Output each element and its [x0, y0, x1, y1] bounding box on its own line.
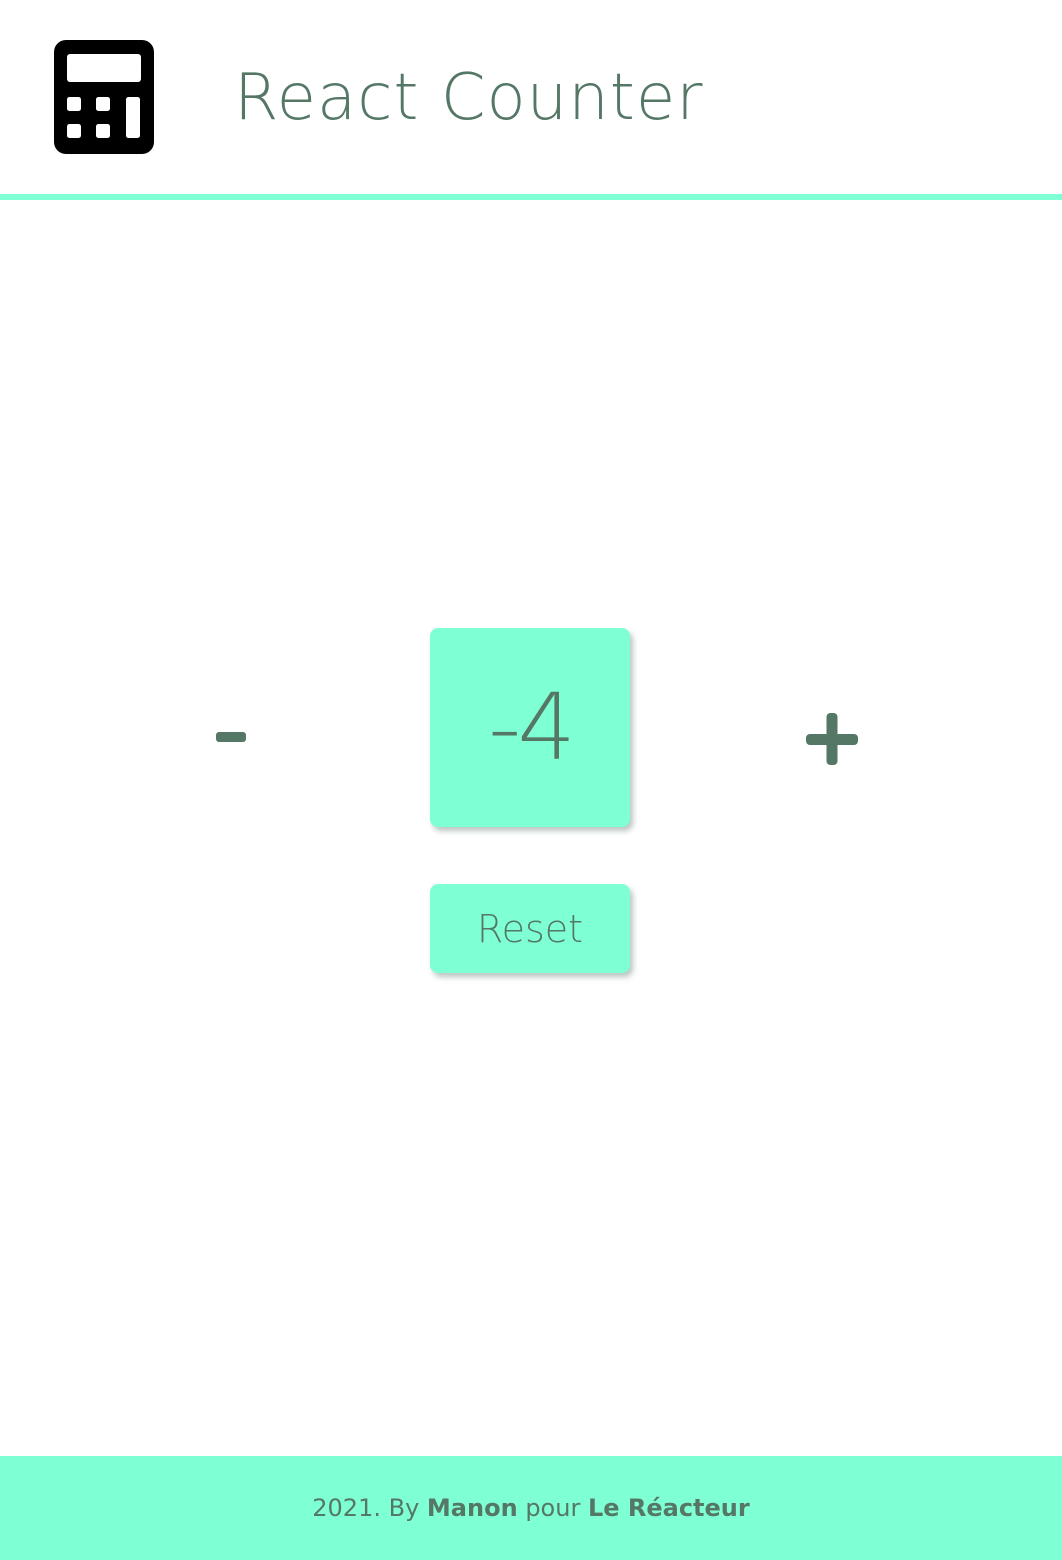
header: React Counter	[0, 0, 1062, 194]
footer-author: Manon	[426, 1494, 518, 1522]
reset-button[interactable]: Reset	[430, 884, 630, 973]
footer: 2021. By Manon pour Le Réacteur	[0, 1456, 1062, 1560]
decrement-button[interactable]: -	[186, 693, 276, 783]
calculator-icon	[54, 40, 154, 154]
plus-icon	[806, 713, 858, 765]
page: React Counter - -4 + Reset 2021. By Mano…	[0, 0, 1062, 1560]
counter-area: - -4 + Reset	[0, 200, 1062, 1456]
increment-button[interactable]: +	[787, 693, 877, 783]
footer-middle-text: pour	[525, 1494, 581, 1522]
minus-icon	[216, 732, 246, 742]
footer-school: Le Réacteur	[587, 1494, 750, 1522]
counter-value: -4	[488, 673, 576, 781]
footer-year-text: 2021. By	[312, 1494, 420, 1522]
counter-display: -4	[430, 628, 630, 827]
page-title: React Counter	[234, 61, 704, 135]
